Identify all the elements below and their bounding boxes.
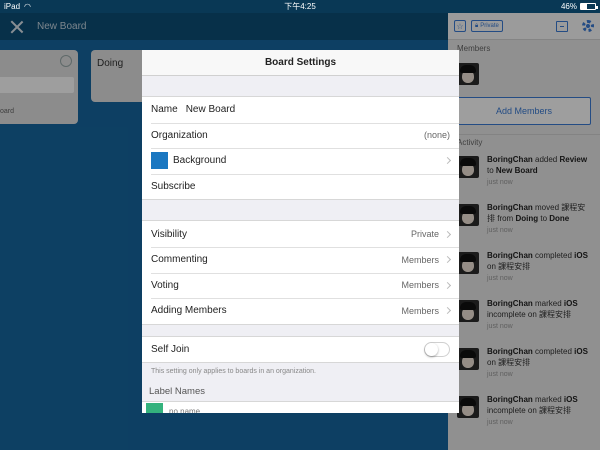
self-join-row: Self Join	[142, 337, 459, 363]
dialog-title: Board Settings	[142, 50, 459, 76]
battery-percent: 46%	[560, 2, 577, 11]
self-join-label: Self Join	[151, 344, 190, 356]
chevron-right-icon	[443, 230, 452, 238]
self-join-group: Self Join	[142, 335, 459, 364]
device-name: iPad	[4, 2, 21, 11]
permissions-group: Visibility Private Commenting Members Vo…	[142, 220, 459, 325]
adding-members-label: Adding Members	[151, 305, 227, 317]
label-row[interactable]	[142, 401, 459, 413]
subscribe-label: Subscribe	[151, 181, 196, 193]
chevron-right-icon	[443, 307, 452, 315]
chevron-right-icon	[443, 256, 452, 264]
battery-icon	[580, 3, 598, 10]
chevron-right-icon	[443, 157, 452, 165]
background-row[interactable]: Background	[142, 148, 459, 174]
voting-label: Voting	[151, 279, 179, 291]
visibility-label: Visibility	[151, 228, 187, 240]
self-join-toggle[interactable]	[424, 342, 450, 358]
voting-row[interactable]: Voting Members	[142, 272, 459, 299]
board-settings-dialog: Board Settings Name New Board Organizati…	[142, 50, 459, 413]
general-settings-group: Name New Board Organization (none) Backg…	[142, 96, 459, 201]
label-names-heading: Label Names	[149, 386, 205, 398]
adding-members-value: Members	[401, 305, 439, 316]
organization-label: Organization	[151, 129, 208, 141]
self-join-hint: This setting only applies to boards in a…	[151, 368, 316, 376]
chevron-right-icon	[443, 281, 452, 289]
commenting-value: Members	[401, 254, 439, 265]
status-bar: iPad ◠ 下午4:25 46%	[0, 0, 600, 13]
label-name-input[interactable]	[169, 407, 279, 413]
commenting-label: Commenting	[151, 254, 208, 266]
name-row[interactable]: Name New Board	[142, 97, 459, 123]
adding-members-row[interactable]: Adding Members Members	[142, 298, 459, 324]
visibility-row[interactable]: Visibility Private	[142, 221, 459, 247]
background-swatch	[151, 152, 168, 170]
subscribe-row[interactable]: Subscribe	[142, 173, 459, 200]
name-label: Name	[151, 104, 178, 116]
name-value: New Board	[185, 104, 236, 116]
clock: 下午4:25	[284, 2, 316, 11]
organization-row[interactable]: Organization (none)	[142, 122, 459, 149]
voting-value: Members	[401, 280, 439, 291]
organization-value: (none)	[423, 130, 450, 141]
label-color-swatch[interactable]	[146, 403, 163, 413]
background-label: Background	[173, 155, 227, 167]
visibility-value: Private	[410, 229, 439, 240]
commenting-row[interactable]: Commenting Members	[142, 246, 459, 273]
wifi-icon: ◠	[24, 2, 31, 11]
